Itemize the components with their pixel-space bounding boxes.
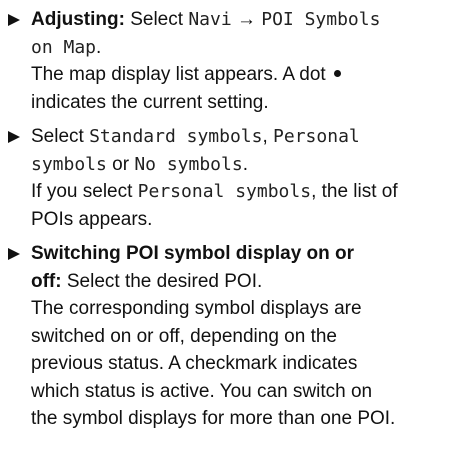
step-instruction: Select the desired POI. <box>66 270 263 292</box>
step-arrow-icon <box>8 131 20 143</box>
step-text: Select <box>130 9 184 30</box>
if-text: If you select <box>31 181 133 202</box>
dot-icon <box>333 69 341 77</box>
step-desc-4: which status is active. You can switch o… <box>31 380 373 402</box>
step-desc-2: switched on or off, depending on the <box>31 325 337 347</box>
step-text-period: . <box>96 36 102 58</box>
step-arrow-icon <box>8 248 20 260</box>
step-heading: Adjusting: <box>31 9 125 30</box>
step-select-symbols: Select Standard symbols, Personal symbol… <box>8 123 463 233</box>
menu-poi-symbols: POI Symbols <box>261 9 381 30</box>
step-result: The map display list appears. A dot <box>31 64 326 85</box>
option-standard-symbols: Standard symbols <box>89 126 263 147</box>
step-arrow-icon <box>8 14 20 26</box>
step-desc-3: previous status. A checkmark indicates <box>31 353 358 374</box>
if-result: POIs appears. <box>31 208 153 230</box>
period: . <box>242 153 248 175</box>
step-result-cont: indicates the current setting. <box>31 91 269 113</box>
if-text-cont: , the list of <box>311 181 398 202</box>
instruction-page: Adjusting: Select Navi → POI Symbols on … <box>0 0 463 460</box>
option-personal-symbols-ref: Personal symbols <box>137 181 312 202</box>
step-desc-5: the symbol displays for more than one PO… <box>31 408 396 429</box>
step-heading: Switching POI symbol display on or <box>31 243 355 264</box>
option-personal-symbols: Personal <box>273 126 360 147</box>
step-text: Select <box>31 126 84 147</box>
comma: , <box>262 126 268 147</box>
step-heading-cont: off: <box>31 270 62 292</box>
step-adjusting: Adjusting: Select Navi → POI Symbols on … <box>8 6 463 116</box>
menu-navi: Navi <box>188 9 232 30</box>
option-personal-symbols-cont: symbols <box>31 153 107 175</box>
menu-on-map: on Map <box>31 36 97 58</box>
option-no-symbols: No symbols <box>134 153 243 175</box>
step-desc-1: The corresponding symbol displays are <box>31 298 362 319</box>
or-text: or <box>112 153 130 175</box>
menu-arrow: → <box>236 9 256 30</box>
step-switching: Switching POI symbol display on or off: … <box>8 240 463 433</box>
